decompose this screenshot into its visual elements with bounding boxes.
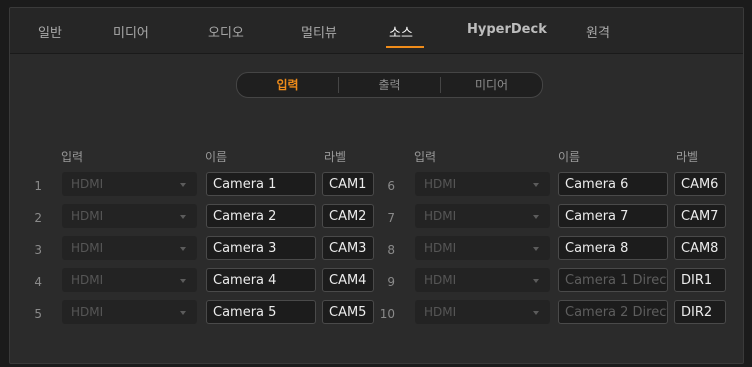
input-source-select[interactable]: HDMI [62,204,197,228]
row-number: 7 [387,211,395,225]
header-input-left: 입력 [61,150,84,164]
input-source-select[interactable]: HDMI [415,236,550,260]
tab-multiview[interactable]: 멀티뷰 [301,22,337,41]
name-field[interactable]: Camera 6 [558,172,668,196]
select-value: HDMI [424,241,457,255]
select-value: HDMI [424,305,457,319]
input-source-select[interactable]: HDMI [62,236,197,260]
tab-audio[interactable]: 오디오 [208,22,244,41]
tab-media[interactable]: 미디어 [113,22,149,41]
label-field[interactable]: CAM3 [322,236,374,260]
name-field[interactable]: Camera 8 [558,236,668,260]
segment-input[interactable]: 입력 [237,73,338,97]
input-source-select[interactable]: HDMI [415,172,550,196]
tab-hyperdeck[interactable]: HyperDeck [467,22,547,37]
name-field[interactable]: Camera 2 Direct [558,300,668,324]
label-field[interactable]: CAM5 [322,300,374,324]
label-field[interactable]: DIR1 [674,268,726,292]
row-number: 10 [379,307,395,321]
select-value: HDMI [71,177,104,191]
chevron-down-icon [533,311,539,315]
input-source-select[interactable]: HDMI [62,300,197,324]
chevron-down-icon [180,215,186,219]
chevron-down-icon [180,247,186,251]
select-value: HDMI [424,273,457,287]
input-source-select[interactable]: HDMI [415,300,550,324]
row-number: 9 [387,275,395,289]
select-value: HDMI [71,241,104,255]
name-field[interactable]: Camera 2 [206,204,316,228]
input-source-select[interactable]: HDMI [415,204,550,228]
label-field[interactable]: CAM6 [674,172,726,196]
segment-media[interactable]: 미디어 [441,73,542,97]
name-field[interactable]: Camera 1 Direct [558,268,668,292]
segment-output[interactable]: 출력 [339,73,440,97]
row-number: 5 [34,307,42,321]
name-field[interactable]: Camera 7 [558,204,668,228]
select-value: HDMI [71,273,104,287]
chevron-down-icon [533,183,539,187]
select-value: HDMI [424,209,457,223]
select-value: HDMI [71,209,104,223]
row-number: 1 [34,179,42,193]
label-field[interactable]: CAM7 [674,204,726,228]
label-field[interactable]: CAM4 [322,268,374,292]
label-field[interactable]: DIR2 [674,300,726,324]
chevron-down-icon [180,183,186,187]
source-segmented-control: 입력 출력 미디어 [236,72,543,98]
select-value: HDMI [424,177,457,191]
input-source-select[interactable]: HDMI [415,268,550,292]
label-field[interactable]: CAM8 [674,236,726,260]
active-tab-indicator [386,46,424,48]
name-field[interactable]: Camera 1 [206,172,316,196]
chevron-down-icon [533,247,539,251]
row-number: 8 [387,243,395,257]
row-number: 2 [34,211,42,225]
chevron-down-icon [533,279,539,283]
tab-general[interactable]: 일반 [38,22,62,41]
input-source-select[interactable]: HDMI [62,172,197,196]
label-field[interactable]: CAM2 [322,204,374,228]
select-value: HDMI [71,305,104,319]
settings-panel: 일반 미디어 오디오 멀티뷰 소스 HyperDeck 원격 입력 출력 미디어… [9,7,744,364]
tab-bar: 일반 미디어 오디오 멀티뷰 소스 HyperDeck 원격 [10,8,743,54]
name-field[interactable]: Camera 3 [206,236,316,260]
row-number: 4 [34,275,42,289]
row-number: 3 [34,243,42,257]
chevron-down-icon [180,311,186,315]
header-label-left: 라벨 [324,150,347,164]
chevron-down-icon [180,279,186,283]
name-field[interactable]: Camera 5 [206,300,316,324]
header-name-right: 이름 [558,150,581,164]
chevron-down-icon [533,215,539,219]
header-name-left: 이름 [205,150,228,164]
row-number: 6 [387,179,395,193]
tab-source[interactable]: 소스 [389,22,413,41]
name-field[interactable]: Camera 4 [206,268,316,292]
input-source-select[interactable]: HDMI [62,268,197,292]
header-input-right: 입력 [414,150,437,164]
label-field[interactable]: CAM1 [322,172,374,196]
header-label-right: 라벨 [676,150,699,164]
tab-remote[interactable]: 원격 [586,22,610,41]
